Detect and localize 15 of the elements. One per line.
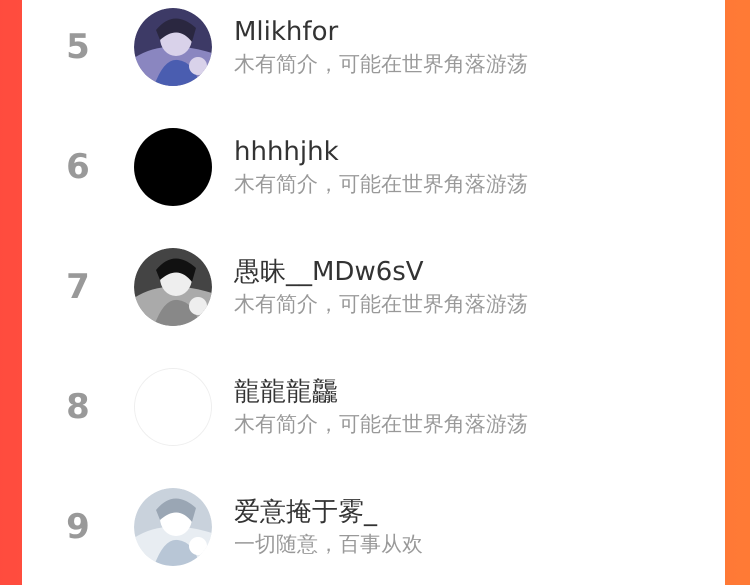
user-bio: 一切随意，百事从欢	[234, 531, 423, 558]
user-name[interactable]: 龍龍龍龘	[234, 375, 528, 409]
rank-number: 6	[65, 147, 91, 187]
user-bio: 木有简介，可能在世界角落游荡	[234, 171, 528, 198]
user-name[interactable]: 愚昧__MDw6sV	[234, 255, 528, 289]
user-bio: 木有简介，可能在世界角落游荡	[234, 291, 528, 318]
rank-number: 8	[65, 387, 91, 427]
user-name[interactable]: hhhhjhk	[234, 135, 528, 169]
user-name[interactable]: 爱意掩于雾_	[234, 495, 423, 529]
user-bio: 木有简介，可能在世界角落游荡	[234, 411, 528, 438]
user-bio: 木有简介，可能在世界角落游荡	[234, 51, 528, 78]
rank-number: 5	[65, 27, 91, 67]
rank-number: 7	[65, 267, 91, 307]
user-name[interactable]: Mlikhfor	[234, 15, 528, 49]
rank-number: 9	[65, 507, 91, 547]
